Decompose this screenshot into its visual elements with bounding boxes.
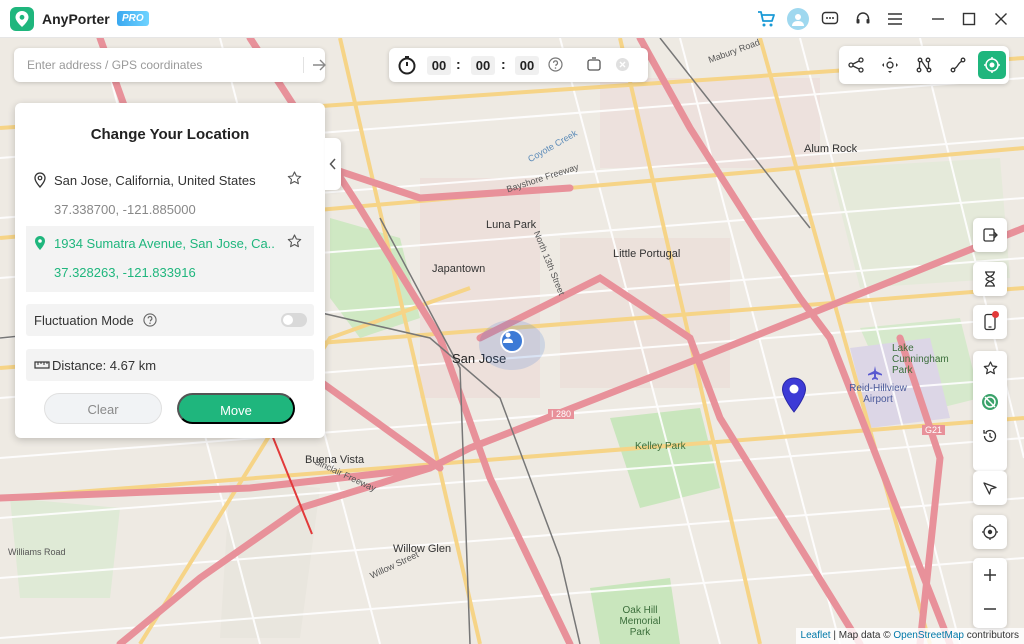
timer-hours: 00 (427, 56, 451, 75)
app-name: AnyPorter (42, 11, 110, 27)
distance-row: Distance: 4.67 km (26, 349, 314, 381)
attribution-suffix: contributors (963, 630, 1019, 641)
pause-timer-icon[interactable] (586, 57, 602, 78)
clear-timer-icon[interactable] (615, 57, 630, 77)
map-label-little-portugal: Little Portugal (613, 248, 681, 260)
cart-icon[interactable] (756, 9, 776, 29)
change-location-panel: Change Your Location San Jose, Californi… (15, 103, 325, 438)
locate-tool (973, 515, 1007, 549)
cooldown-timer: 00 : 00 : 00 (389, 48, 648, 82)
go-arrow-icon[interactable] (311, 57, 327, 73)
joystick-mode-icon[interactable] (876, 51, 904, 79)
zoom-controls (973, 558, 1007, 628)
locate-me-icon[interactable] (973, 515, 1007, 549)
timer-colon-2: : (501, 56, 506, 72)
clear-button[interactable]: Clear (44, 393, 162, 424)
teleport-mode-icon[interactable] (978, 51, 1006, 79)
timer-seconds: 00 (515, 56, 539, 75)
fluctuation-mode-toggle[interactable] (281, 313, 307, 327)
favorite-star-icon[interactable] (287, 234, 302, 254)
location-pin-icon (34, 172, 46, 193)
help-icon[interactable] (143, 313, 157, 332)
map-label-i280: I 280 (548, 409, 575, 419)
destination-name: 1934 Sumatra Avenue, San Jose, Ca... (54, 236, 274, 251)
zoom-in-icon[interactable] (973, 558, 1007, 592)
map-label-lake-cunningham: Lake Cunningham Park (892, 343, 949, 376)
navigation-arrow-icon[interactable] (973, 471, 1007, 505)
zoom-out-icon[interactable] (973, 592, 1007, 626)
leaflet-link[interactable]: Leaflet (801, 630, 831, 641)
export-tool (973, 218, 1007, 252)
chat-icon[interactable] (820, 9, 840, 29)
destination-coords: 37.328263, -121.833916 (54, 265, 196, 280)
timer-minutes: 00 (471, 56, 495, 75)
title-bar: AnyPorter PRO (0, 0, 1024, 38)
close-icon[interactable] (991, 9, 1011, 29)
map-label-g21: G21 (922, 425, 946, 435)
current-location-marker[interactable] (500, 329, 524, 353)
origin-coords: 37.338700, -121.885000 (54, 202, 196, 217)
hourglass-icon[interactable] (973, 262, 1007, 296)
direction-tool (973, 471, 1007, 505)
panel-title: Change Your Location (90, 126, 250, 143)
favorites-star-icon[interactable] (973, 351, 1007, 385)
search-box (14, 48, 327, 82)
app-logo-icon (10, 7, 34, 31)
multi-spot-mode-icon[interactable] (842, 51, 870, 79)
map-label-willow-glen: Willow Glen (393, 543, 452, 555)
map-label-kelley-park: Kelley Park (635, 441, 686, 452)
map-label-williams-road: Williams Road (8, 547, 66, 557)
timer-colon-1: : (456, 56, 461, 72)
destination-pin-icon (34, 235, 46, 256)
export-icon[interactable] (973, 218, 1007, 252)
map-label-alum-rock: Alum Rock (804, 143, 858, 155)
map-label-oak-hill: Oak Hill Memorial Park (619, 605, 661, 638)
menu-icon[interactable] (885, 9, 905, 29)
fluctuation-mode-row: Fluctuation Mode (26, 304, 314, 336)
notification-dot (992, 311, 999, 318)
cooldown-tool (973, 262, 1007, 296)
mode-toolbar (839, 46, 1009, 84)
distance-text: Distance: 4.67 km (52, 358, 157, 373)
map-label-luna-park: Luna Park (486, 219, 537, 231)
map-label-japantown: Japantown (432, 263, 486, 275)
map-label-reid-hillview: Reid-Hillview Airport (849, 383, 907, 405)
origin-location[interactable]: San Jose, California, United States 37.3… (26, 163, 314, 223)
stopwatch-icon (397, 55, 417, 80)
virtual-location-off-icon[interactable] (973, 385, 1007, 419)
map-attribution: Leaflet | Map data © OpenStreetMap contr… (795, 628, 1024, 644)
destination-location[interactable]: 1934 Sumatra Avenue, San Jose, Ca... 37.… (26, 226, 314, 292)
move-button[interactable]: Move (177, 393, 295, 424)
minimize-icon[interactable] (928, 9, 948, 29)
pro-badge: PRO (117, 11, 149, 26)
avatar-icon[interactable] (787, 8, 809, 30)
support-icon[interactable] (853, 9, 873, 29)
search-divider (303, 57, 304, 73)
favorite-star-icon[interactable] (287, 171, 302, 191)
two-spot-route-icon[interactable] (944, 51, 972, 79)
attribution-separator: | Map data © (830, 630, 894, 641)
ruler-icon (34, 358, 50, 377)
chevron-left-icon (329, 158, 336, 170)
search-input[interactable] (14, 48, 289, 82)
multi-stop-route-icon[interactable] (910, 51, 938, 79)
location-tools-group (973, 351, 1007, 471)
phone-icon[interactable] (973, 305, 1007, 339)
origin-name: San Jose, California, United States (54, 173, 256, 188)
maximize-icon[interactable] (959, 9, 979, 29)
help-icon[interactable] (548, 57, 563, 77)
history-icon[interactable] (973, 419, 1007, 453)
fluctuation-mode-label: Fluctuation Mode (34, 313, 134, 328)
collapse-panel-button[interactable] (325, 138, 341, 190)
device-tool (973, 305, 1007, 339)
osm-link[interactable]: OpenStreetMap (893, 630, 964, 641)
